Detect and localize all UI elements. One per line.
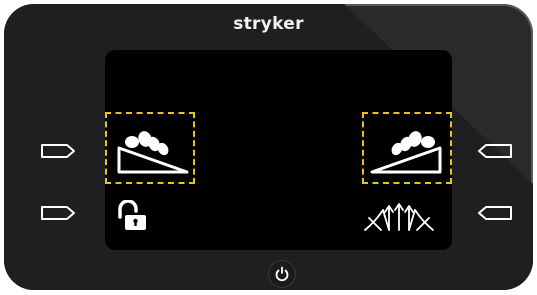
control-panel: stryker <box>4 4 533 290</box>
unlocked-padlock-icon <box>118 200 146 230</box>
side-button-right-top[interactable] <box>477 143 513 159</box>
bed-motion-arrows-icon <box>364 203 434 231</box>
head-up-zone[interactable] <box>105 112 195 184</box>
power-icon <box>275 266 289 282</box>
foot-of-bed-up-icon <box>370 131 442 174</box>
power-button[interactable] <box>268 260 296 288</box>
display-screen <box>105 50 452 250</box>
head-of-bed-up-icon <box>117 131 189 174</box>
foot-up-zone[interactable] <box>362 112 452 184</box>
brand-logo: stryker <box>233 14 304 34</box>
side-button-left-bottom[interactable] <box>40 205 76 221</box>
side-button-right-bottom[interactable] <box>477 205 513 221</box>
side-button-left-top[interactable] <box>40 143 76 159</box>
